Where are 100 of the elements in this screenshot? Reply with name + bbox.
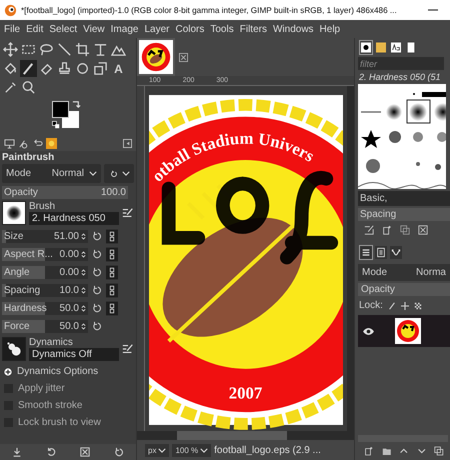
- move-arrows-icon[interactable]: [2, 41, 19, 58]
- diagonal-line-icon[interactable]: [56, 41, 73, 58]
- layer-mode-dropdown[interactable]: Mode Norma: [358, 264, 450, 281]
- spacing-slider[interactable]: Spacing: [358, 208, 450, 221]
- chain-link-icon[interactable]: [106, 264, 118, 280]
- overlapping-squares-icon[interactable]: [92, 60, 109, 77]
- brush-dot-icon[interactable]: [360, 41, 372, 54]
- lock-position-icon[interactable]: [400, 302, 409, 310]
- stamp-icon[interactable]: [56, 60, 73, 77]
- delete-icon[interactable]: [80, 447, 90, 457]
- unit-dropdown[interactable]: px: [145, 444, 170, 456]
- brush-grid-drawing[interactable]: [358, 84, 446, 189]
- menu-item[interactable]: View: [83, 24, 105, 34]
- slider-field[interactable]: Force 50.0: [2, 320, 88, 332]
- lasso-icon[interactable]: [38, 41, 55, 58]
- chain-link-icon[interactable]: [106, 246, 118, 262]
- slider-field[interactable]: Hardness 50.0: [2, 302, 88, 314]
- channels-icon[interactable]: [375, 246, 387, 259]
- color-swatches[interactable]: [52, 101, 79, 128]
- spin-arrows-icon[interactable]: [81, 232, 86, 240]
- lock-alpha-icon[interactable]: [414, 302, 422, 310]
- save-icon[interactable]: [12, 447, 22, 457]
- reset-icon[interactable]: [92, 285, 102, 295]
- minimize-icon[interactable]: [428, 9, 438, 11]
- t-shape-icon[interactable]: [92, 41, 109, 58]
- monitor-icon[interactable]: [4, 138, 15, 148]
- up-chevron-icon[interactable]: [399, 446, 409, 456]
- undo-icon[interactable]: [32, 138, 43, 148]
- reset-icon[interactable]: [92, 303, 102, 313]
- menu-item[interactable]: Edit: [26, 24, 44, 34]
- delete-icon[interactable]: [418, 225, 428, 235]
- menu-item[interactable]: Filters: [240, 24, 267, 34]
- menu-item[interactable]: Image: [110, 24, 138, 34]
- spin-arrows-icon[interactable]: [81, 286, 86, 294]
- slider-field[interactable]: Size 51.00: [2, 230, 88, 242]
- slider-field[interactable]: Aspect R... 0.00: [2, 248, 88, 260]
- tag-field[interactable]: Basic,: [358, 191, 450, 206]
- menu-item[interactable]: File: [4, 24, 20, 34]
- down-chevron-icon[interactable]: [416, 446, 426, 456]
- search-icon[interactable]: [20, 79, 37, 96]
- font-sample-icon[interactable]: [390, 41, 402, 54]
- document-icon[interactable]: [405, 41, 417, 54]
- paths-icon[interactable]: [390, 246, 402, 259]
- reset-icon[interactable]: [92, 231, 102, 241]
- chain-link-icon[interactable]: [106, 300, 118, 316]
- swap-arrow-icon[interactable]: [72, 100, 81, 109]
- spin-arrows-icon[interactable]: [81, 268, 86, 276]
- spin-arrows-icon[interactable]: [81, 304, 86, 312]
- dock-menu-icon[interactable]: [123, 138, 132, 148]
- eye-icon[interactable]: [362, 326, 375, 336]
- layer-opacity-slider[interactable]: Opacity: [358, 283, 450, 296]
- edit-icon[interactable]: [364, 225, 374, 235]
- vertical-scrollbar[interactable]: [347, 86, 354, 431]
- brush-preview[interactable]: [2, 201, 26, 225]
- new-layer-icon[interactable]: [364, 446, 374, 456]
- spin-arrows-icon[interactable]: [81, 322, 86, 330]
- checkbox-label: Apply jitter: [18, 383, 65, 394]
- lock-pixels-icon[interactable]: [388, 302, 396, 310]
- crop-icon[interactable]: [74, 41, 91, 58]
- mode-dropdown[interactable]: Mode Normal: [2, 164, 101, 183]
- brush-preview-icon[interactable]: [46, 138, 57, 148]
- reset-icon[interactable]: [92, 249, 102, 259]
- menu-item[interactable]: Help: [320, 24, 340, 34]
- image-thumbnail[interactable]: [139, 40, 173, 74]
- menu-item[interactable]: Select: [49, 24, 78, 34]
- opacity-slider[interactable]: Opacity 100.0: [2, 186, 128, 199]
- menu-item[interactable]: Colors: [175, 24, 204, 34]
- layers-stack-icon[interactable]: [360, 246, 372, 259]
- plus-icon[interactable]: [4, 368, 12, 376]
- chain-link-icon[interactable]: [106, 228, 118, 244]
- slider-field[interactable]: Spacing 10.0: [2, 284, 88, 296]
- edit-icon[interactable]: [122, 343, 134, 355]
- duplicate-icon[interactable]: [434, 446, 444, 456]
- filter-field[interactable]: filter: [358, 57, 444, 70]
- paintbrush-icon[interactable]: [20, 60, 37, 77]
- pattern-swatch-icon[interactable]: [375, 41, 387, 54]
- spin-arrows-icon[interactable]: [81, 250, 86, 258]
- slider-field[interactable]: Angle 0.00: [2, 266, 88, 278]
- reset-icon[interactable]: [92, 267, 102, 277]
- layer-row[interactable]: [358, 315, 450, 347]
- duplicate-icon[interactable]: [400, 225, 410, 235]
- menu-item[interactable]: Tools: [210, 24, 234, 34]
- restore-icon[interactable]: [46, 447, 56, 457]
- close-icon[interactable]: [179, 52, 188, 62]
- brush-name-field[interactable]: 2. Hardness 050: [29, 212, 119, 225]
- menu-item[interactable]: Windows: [272, 24, 314, 34]
- new-document-icon[interactable]: [382, 225, 392, 235]
- reset-dropdown[interactable]: [104, 164, 134, 183]
- tool-button[interactable]: A: [110, 60, 127, 77]
- dynamics-preview[interactable]: [2, 337, 26, 361]
- dynamics-name-field[interactable]: Dynamics Off: [29, 348, 119, 361]
- edit-icon[interactable]: [122, 207, 134, 219]
- chain-link-icon[interactable]: [106, 282, 118, 298]
- horizontal-scrollbar[interactable]: [137, 431, 354, 440]
- reset-icon[interactable]: [92, 321, 102, 331]
- default-colors-icon[interactable]: [52, 121, 60, 129]
- reset-icon[interactable]: [114, 447, 124, 457]
- new-group-icon[interactable]: [382, 446, 392, 456]
- menu-item[interactable]: Layer: [144, 24, 170, 34]
- zoom-dropdown[interactable]: 100 %: [172, 444, 212, 456]
